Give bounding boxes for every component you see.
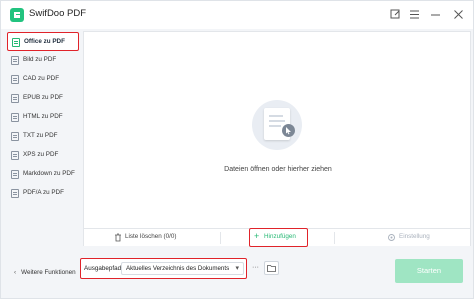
sidebar-item-txt-zu-pdf[interactable]: TXT zu PDF [7, 127, 79, 146]
output-path-value: Aktuelles Verzeichnis des Dokuments [126, 265, 230, 272]
image-document-icon [11, 56, 19, 65]
drop-hint-text: Dateien öffnen oder hierher ziehen [224, 166, 332, 173]
html-document-icon [11, 113, 19, 122]
menu-icon[interactable] [406, 7, 422, 23]
more-functions-link[interactable]: ‹ Weitere Funktionen [14, 269, 76, 276]
sidebar-item-label: Office zu PDF [24, 38, 65, 45]
cursor-badge-icon [282, 124, 295, 137]
app-window: SwifDoo PDF Office zu PDF Bild zu PDF CA… [0, 0, 474, 299]
sidebar-item-epub-zu-pdf[interactable]: EPUB zu PDF [7, 89, 79, 108]
sidebar-item-label: Markdown zu PDF [23, 170, 75, 177]
file-action-bar: Liste löschen (0/0) + Hinzufügen Einstel… [84, 228, 470, 247]
xps-document-icon [11, 151, 19, 160]
sidebar-item-label: HTML zu PDF [23, 113, 63, 120]
cad-document-icon [11, 75, 19, 84]
output-path-select[interactable]: Aktuelles Verzeichnis des Dokuments ▾ [121, 262, 244, 275]
sidebar-item-office-zu-pdf[interactable]: Office zu PDF [7, 32, 79, 51]
sidebar-item-label: CAD zu PDF [23, 75, 60, 82]
divider [334, 232, 335, 244]
markdown-document-icon [11, 170, 19, 179]
plus-icon: + [254, 231, 260, 241]
settings-label: Einstellung [399, 233, 430, 240]
folder-icon [267, 265, 276, 272]
more-functions-label: Weitere Funktionen [21, 269, 76, 276]
sidebar-item-pdfa-zu-pdf[interactable]: PDF/A zu PDF [7, 184, 79, 203]
sidebar-item-label: TXT zu PDF [23, 132, 58, 139]
output-path-label: Ausgabepfad: [84, 265, 123, 272]
sidebar-item-label: EPUB zu PDF [23, 94, 63, 101]
sidebar-item-markdown-zu-pdf[interactable]: Markdown zu PDF [7, 165, 79, 184]
file-drop-area[interactable]: Dateien öffnen oder hierher ziehen Liste… [83, 31, 471, 247]
clear-list-label: Liste löschen (0/0) [125, 233, 177, 240]
pdfa-document-icon [11, 189, 19, 198]
trash-icon [115, 233, 121, 242]
epub-document-icon [11, 94, 19, 103]
settings-button[interactable]: Einstellung [387, 229, 447, 247]
txt-document-icon [11, 132, 19, 141]
title-bar: SwifDoo PDF [1, 1, 473, 29]
add-files-label: Hinzufügen [264, 233, 296, 240]
open-folder-button[interactable] [264, 261, 279, 275]
sidebar-item-html-zu-pdf[interactable]: HTML zu PDF [7, 108, 79, 127]
feedback-icon[interactable] [387, 7, 403, 23]
chevron-down-icon: ▾ [235, 265, 239, 272]
output-path-group: Ausgabepfad: Aktuelles Verzeichnis des D… [80, 258, 247, 279]
chevron-left-icon: ‹ [14, 269, 17, 276]
add-files-button[interactable]: + Hinzufügen [249, 228, 308, 247]
minimize-icon[interactable] [427, 7, 443, 23]
sidebar-item-bild-zu-pdf[interactable]: Bild zu PDF [7, 51, 79, 70]
swifdoo-logo-icon [10, 8, 24, 22]
browse-more-button[interactable]: ··· [250, 262, 261, 275]
clear-list-button[interactable]: Liste löschen (0/0) [114, 229, 184, 247]
sidebar-item-label: Bild zu PDF [23, 56, 57, 63]
sidebar-item-label: XPS zu PDF [23, 151, 59, 158]
divider [220, 232, 221, 244]
close-icon[interactable] [450, 7, 466, 23]
sidebar: Office zu PDF Bild zu PDF CAD zu PDF EPU… [1, 29, 81, 251]
add-file-icon [252, 100, 302, 150]
sidebar-item-xps-zu-pdf[interactable]: XPS zu PDF [7, 146, 79, 165]
gear-icon [388, 234, 395, 241]
sidebar-item-label: PDF/A zu PDF [23, 189, 64, 196]
start-button[interactable]: Starten [395, 259, 463, 283]
office-document-icon [12, 38, 20, 47]
app-title: SwifDoo PDF [29, 8, 87, 19]
sidebar-item-cad-zu-pdf[interactable]: CAD zu PDF [7, 70, 79, 89]
